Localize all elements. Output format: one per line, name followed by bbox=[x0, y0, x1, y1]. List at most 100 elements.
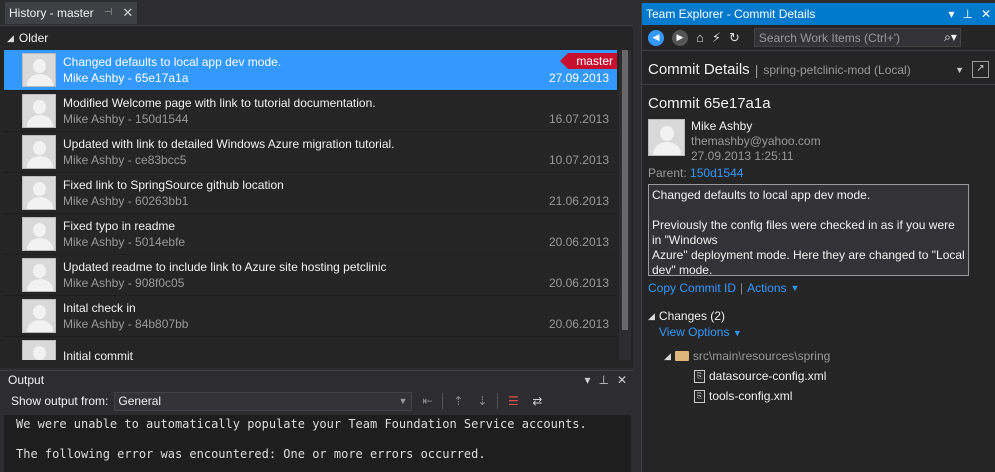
output-source-value: General bbox=[118, 394, 162, 408]
copy-commit-id-link[interactable]: Copy Commit ID bbox=[648, 281, 736, 295]
clear-all-icon[interactable]: ☰ bbox=[504, 394, 522, 408]
close-icon[interactable]: ✕ bbox=[617, 373, 627, 387]
commit-message: Changed defaults to local app dev mode. bbox=[63, 55, 282, 69]
scrollbar-thumb[interactable] bbox=[622, 50, 628, 330]
word-wrap-icon[interactable]: ⇄ bbox=[528, 394, 546, 408]
tree-file[interactable]: ⎘ datasource-config.xml bbox=[694, 369, 989, 383]
commit-date: 21.06.2013 bbox=[548, 194, 609, 208]
older-group-header[interactable]: ◢ Older bbox=[0, 26, 633, 50]
parent-commit-link[interactable]: 150d1544 bbox=[690, 166, 743, 180]
commit-row[interactable]: Fixed typo in readme Mike Ashby - 5014eb… bbox=[4, 214, 617, 255]
page-title: Commit Details bbox=[648, 61, 750, 78]
parent-label: Parent: bbox=[648, 166, 687, 180]
commit-message-box[interactable]: Changed defaults to local app dev mode. … bbox=[648, 184, 969, 276]
title-separator: | bbox=[754, 61, 759, 78]
avatar bbox=[22, 53, 56, 87]
commit-date: 16.07.2013 bbox=[548, 112, 609, 126]
commit-row[interactable]: Changed defaults to local app dev mode. … bbox=[4, 50, 617, 91]
forward-icon[interactable]: ▶ bbox=[672, 29, 688, 46]
file-name: tools-config.xml bbox=[709, 389, 793, 403]
collapse-triangle-icon[interactable]: ◢ bbox=[664, 351, 671, 362]
commit-message: Modified Welcome page with link to tutor… bbox=[63, 96, 376, 110]
author-date: 27.09.2013 1:25:11 bbox=[691, 149, 794, 163]
commit-id-heading: Commit 65e17a1a bbox=[648, 95, 771, 112]
commit-author-id: Mike Ashby - ce83bcc5 bbox=[63, 153, 187, 167]
home-icon[interactable]: ⌂ bbox=[696, 30, 704, 45]
close-icon[interactable]: ✕ bbox=[122, 2, 133, 24]
avatar bbox=[22, 135, 56, 169]
author-email: themashby@yahoo.com bbox=[691, 134, 821, 148]
commit-message: Initial commit bbox=[63, 349, 134, 360]
dropdown-icon[interactable]: ▾ bbox=[948, 7, 954, 21]
commit-actions-row: Copy Commit ID | Actions ▼ bbox=[648, 281, 989, 295]
branch-tag[interactable]: master bbox=[560, 53, 617, 69]
group-label: Older bbox=[18, 31, 49, 45]
commit-row[interactable]: Fixed link to SpringSource github locati… bbox=[4, 173, 617, 214]
commit-author-id: Mike Ashby - 60263bb1 bbox=[63, 194, 189, 208]
collapse-triangle-icon[interactable]: ◢ bbox=[648, 311, 655, 322]
output-source-select[interactable]: General ▼ bbox=[114, 391, 413, 411]
toolbar-separator bbox=[442, 393, 444, 409]
commit-date: 27.09.2013 bbox=[548, 71, 609, 85]
commit-message: Updated with link to detailed Windows Az… bbox=[63, 137, 395, 151]
xml-file-icon: ⎘ bbox=[694, 369, 705, 383]
connect-icon[interactable]: ⚡ bbox=[712, 30, 721, 46]
commit-details-body: Commit 65e17a1a Mike Ashby themashby@yah… bbox=[642, 95, 995, 403]
output-text[interactable]: We were unable to automatically populate… bbox=[4, 415, 631, 472]
output-toolbar: Show output from: General ▼ ⇤ ⇡ ⇣ ☰ ⇄ bbox=[0, 388, 633, 414]
previous-message-icon[interactable]: ⇡ bbox=[449, 394, 467, 408]
history-tab[interactable]: History - master ⊣ ✕ bbox=[5, 1, 138, 24]
close-icon[interactable]: ✕ bbox=[981, 7, 991, 21]
avatar bbox=[22, 94, 56, 128]
panel-splitter[interactable] bbox=[633, 0, 641, 472]
commit-author-id: Mike Ashby - 908f0c05 bbox=[63, 276, 185, 290]
actions-link[interactable]: Actions bbox=[747, 281, 786, 295]
avatar bbox=[22, 258, 56, 292]
repository-context: spring-petclinic-mod (Local) bbox=[763, 62, 911, 77]
collapse-triangle-icon[interactable]: ◢ bbox=[7, 33, 14, 44]
view-options-link[interactable]: View Options ▼ bbox=[659, 325, 989, 339]
page-dropdown-icon[interactable]: ▼ bbox=[955, 65, 964, 75]
commit-message: Fixed link to SpringSource github locati… bbox=[63, 178, 284, 192]
pin-icon[interactable]: ⊥ bbox=[962, 7, 972, 21]
commit-row[interactable]: Updated with link to detailed Windows Az… bbox=[4, 132, 617, 173]
output-panel: Output ▾ ⊥ ✕ Show output from: General ▼… bbox=[0, 370, 633, 472]
popout-icon[interactable]: ↗ bbox=[972, 61, 989, 78]
folder-path: src\main\resources\spring bbox=[692, 349, 831, 363]
history-tab-title: History - master bbox=[9, 5, 94, 20]
chevron-down-icon[interactable]: ▼ bbox=[791, 283, 800, 293]
search-work-items-input[interactable]: Search Work Items (Ctrl+') ⌕▾ bbox=[753, 28, 961, 47]
commit-row[interactable]: Modified Welcome page with link to tutor… bbox=[4, 91, 617, 132]
refresh-icon[interactable]: ↻ bbox=[729, 30, 740, 46]
commit-row[interactable]: Inital check in Mike Ashby - 84b807bb 20.… bbox=[4, 296, 617, 337]
commit-row[interactable]: Initial commit bbox=[4, 337, 617, 360]
tree-file[interactable]: ⎘ tools-config.xml bbox=[694, 389, 989, 403]
back-icon[interactable]: ◀ bbox=[648, 29, 664, 46]
commit-date: 20.06.2013 bbox=[548, 276, 609, 290]
search-icon[interactable]: ⌕▾ bbox=[944, 30, 960, 45]
next-message-icon[interactable]: ⇣ bbox=[473, 394, 491, 408]
goto-location-icon[interactable]: ⇤ bbox=[418, 394, 436, 408]
commit-row[interactable]: Updated readme to include link to Azure … bbox=[4, 255, 617, 296]
pin-icon[interactable]: ⊣ bbox=[104, 2, 113, 24]
commit-date: 20.06.2013 bbox=[548, 235, 609, 249]
commit-message: Fixed typo in readme bbox=[63, 219, 176, 233]
changes-tree: ◢ src\main\resources\spring ⎘ datasource… bbox=[648, 349, 989, 403]
tree-folder[interactable]: ◢ src\main\resources\spring bbox=[664, 349, 989, 363]
history-scrollbar[interactable] bbox=[619, 50, 631, 360]
avatar bbox=[22, 340, 56, 360]
avatar bbox=[22, 299, 56, 333]
author-name: Mike Ashby bbox=[691, 119, 753, 133]
history-panel: History - master ⊣ ✕ ◢ Older Changed def… bbox=[0, 0, 633, 368]
changes-section-header[interactable]: ◢ Changes (2) bbox=[648, 309, 989, 323]
commit-author-id: Mike Ashby - 84b807bb bbox=[63, 317, 189, 331]
avatar bbox=[22, 217, 56, 251]
parent-row: Parent: 150d1544 bbox=[648, 166, 989, 180]
link-separator: | bbox=[740, 281, 744, 295]
pin-icon[interactable]: ⊥ bbox=[598, 373, 608, 387]
team-explorer-nav: ◀ ▶ ⌂ ⚡ ↻ Search Work Items (Ctrl+') ⌕▾ bbox=[642, 25, 995, 51]
history-tab-strip: History - master ⊣ ✕ bbox=[0, 0, 633, 26]
output-title: Output bbox=[8, 372, 45, 387]
dropdown-icon[interactable]: ▾ bbox=[584, 373, 590, 387]
commit-details-header: Commit Details | spring-petclinic-mod (L… bbox=[642, 55, 995, 85]
